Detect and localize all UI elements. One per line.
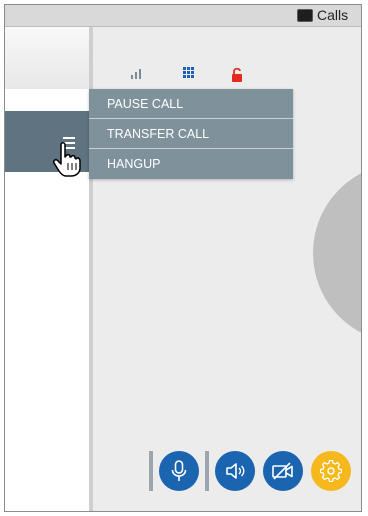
app-window: Calls PAUSE CALL TRANSFER CALL HANGUP [4, 4, 362, 512]
contact-avatar [313, 163, 361, 343]
dialpad-icon[interactable] [183, 67, 194, 78]
window-title: Calls [317, 7, 349, 23]
call-actions-menu: PAUSE CALL TRANSFER CALL HANGUP [89, 89, 293, 179]
hand-pointer-icon [53, 142, 81, 177]
microphone-button[interactable] [159, 451, 199, 491]
speaker-button[interactable] [215, 451, 255, 491]
pause-call-menu-item[interactable]: PAUSE CALL [89, 89, 293, 119]
controls-separator [149, 451, 153, 491]
left-panel-header [5, 27, 89, 89]
video-toggle-button[interactable] [263, 451, 303, 491]
menu-toggle-button[interactable] [5, 111, 89, 177]
microphone-icon [171, 460, 187, 481]
title-bar: Calls [5, 5, 361, 27]
gear-icon [320, 460, 342, 482]
terminal-app-icon [297, 9, 313, 22]
transfer-call-menu-item[interactable]: TRANSFER CALL [89, 119, 293, 149]
video-off-icon [272, 462, 293, 480]
left-panel [5, 27, 89, 511]
speaker-icon [226, 463, 245, 479]
controls-separator [205, 451, 209, 491]
hangup-menu-item[interactable]: HANGUP [89, 149, 293, 179]
settings-button[interactable] [311, 451, 351, 491]
unlocked-padlock-icon[interactable] [231, 67, 243, 87]
